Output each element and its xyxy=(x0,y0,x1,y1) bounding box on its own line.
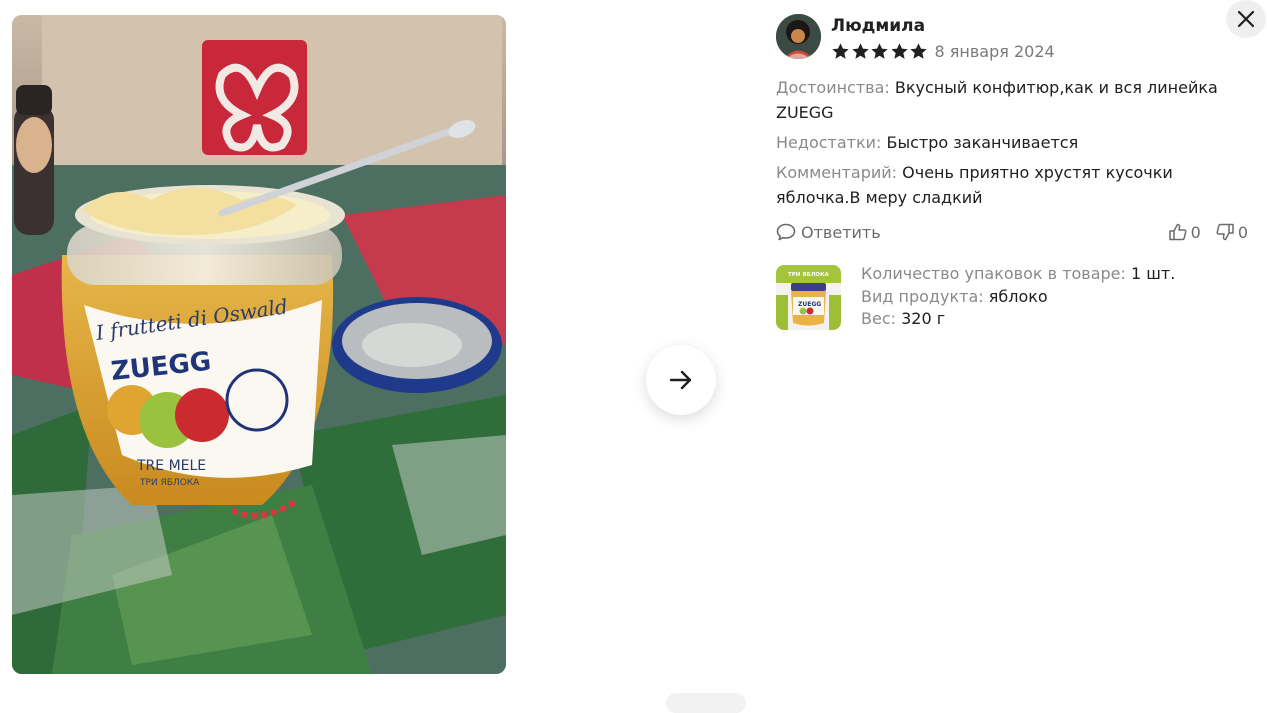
comment-label: Комментарий: xyxy=(776,163,898,182)
reply-button[interactable]: Ответить xyxy=(776,223,881,242)
product-attributes: Количество упаковок в товаре: 1 шт. Вид … xyxy=(861,263,1175,331)
attr-type-value: яблоко xyxy=(988,286,1048,306)
attr-type: Вид продукта: яблоко xyxy=(861,286,1175,309)
attr-weight: Вес: 320 г xyxy=(861,308,1175,331)
photo-jar-illustration: I frutteti di Oswald ZUEGG TRE MELE ТРИ … xyxy=(12,15,506,674)
comment-icon xyxy=(776,223,796,241)
attr-quantity: Количество упаковок в товаре: 1 шт. xyxy=(861,263,1175,286)
review-pros: Достоинства: Вкусный конфитюр,как и вся … xyxy=(776,75,1256,125)
star-icon xyxy=(871,42,888,59)
pros-label: Достоинства: xyxy=(776,78,890,97)
dislike-button[interactable]: 0 xyxy=(1215,222,1248,242)
review-cons: Недостатки: Быстро заканчивается xyxy=(776,130,1256,155)
attr-quantity-value: 1 шт. xyxy=(1131,264,1176,283)
like-button[interactable]: 0 xyxy=(1168,222,1201,242)
attr-weight-value: 320 г xyxy=(901,309,946,328)
star-icon xyxy=(890,42,908,59)
author-name[interactable]: Людмила xyxy=(831,15,1055,37)
review-votes: 0 0 xyxy=(1154,222,1248,242)
attr-weight-label: Вес: xyxy=(861,309,897,328)
rating-stars xyxy=(831,42,929,61)
photo-label-variety-ru: ТРИ ЯБЛОКА xyxy=(139,478,200,488)
review-panel: Людмила 8 января 2024 Достоинства: Вкусн… xyxy=(776,14,1256,331)
review-photo[interactable]: I frutteti di Oswald ZUEGG TRE MELE ТРИ … xyxy=(12,15,506,674)
product-jar-image: ТРИ ЯБЛОКА ZUEGG xyxy=(776,265,841,330)
star-icon xyxy=(851,42,869,59)
review-date: 8 января 2024 xyxy=(934,41,1055,61)
star-icon xyxy=(832,42,849,59)
photo-label-variety: TRE MELE xyxy=(136,458,206,474)
avatar-image xyxy=(776,14,821,59)
product-summary: ТРИ ЯБЛОКА ZUEGG Количество упаковок в т… xyxy=(776,263,1256,331)
dislike-count: 0 xyxy=(1237,222,1248,242)
thumb-brand: ZUEGG xyxy=(798,301,821,308)
cons-text: Быстро заканчивается xyxy=(886,133,1079,152)
star-icon xyxy=(910,42,927,59)
avatar[interactable] xyxy=(776,14,821,59)
arrow-right-icon xyxy=(669,370,692,390)
bottom-scroll-pill[interactable] xyxy=(666,693,746,713)
review-comment: Комментарий: Очень приятно хрустят кусоч… xyxy=(776,160,1256,210)
thumbs-up-icon xyxy=(1168,223,1187,241)
product-thumbnail[interactable]: ТРИ ЯБЛОКА ZUEGG xyxy=(776,265,841,330)
rating-row: 8 января 2024 xyxy=(831,39,1055,63)
like-count: 0 xyxy=(1190,222,1201,242)
thumbs-down-icon xyxy=(1216,223,1234,241)
review-author-row: Людмила 8 января 2024 xyxy=(776,14,1256,64)
cons-label: Недостатки: xyxy=(776,133,882,152)
next-photo-button[interactable] xyxy=(646,345,716,415)
review-actions: Ответить 0 0 xyxy=(776,219,1256,245)
reply-label: Ответить xyxy=(801,222,881,242)
attr-quantity-label: Количество упаковок в товаре: xyxy=(861,264,1126,283)
attr-type-label: Вид продукта: xyxy=(861,286,984,306)
thumb-top-text: ТРИ ЯБЛОКА xyxy=(788,272,829,278)
